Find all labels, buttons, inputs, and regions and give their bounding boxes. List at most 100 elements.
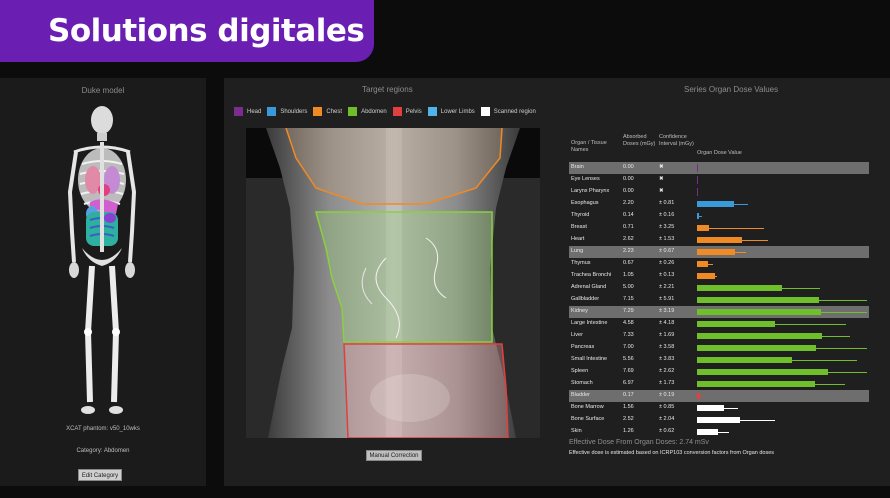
organ-dose: 0.00 bbox=[623, 176, 634, 182]
error-bar bbox=[697, 396, 704, 397]
error-bar bbox=[720, 204, 749, 205]
organ-confidence-interval: ± 0.13 bbox=[659, 272, 675, 278]
table-row[interactable]: Lung 2.23 ± 0.67 bbox=[569, 246, 869, 258]
table-row[interactable]: Adrenal Gland 5.00 ± 2.21 bbox=[569, 282, 869, 294]
legend-label: Chest bbox=[326, 108, 343, 115]
organ-dose: 6.97 bbox=[623, 380, 634, 386]
organ-confidence-interval: ± 2.62 bbox=[659, 368, 675, 374]
error-bar bbox=[703, 324, 846, 325]
table-row[interactable]: Liver 7.33 ± 1.69 bbox=[569, 330, 869, 342]
organ-confidence-interval: ± 1.73 bbox=[659, 380, 675, 386]
organ-dose: 0.00 bbox=[623, 164, 634, 170]
organ-dose: 2.23 bbox=[623, 248, 634, 254]
legend-label: Head bbox=[247, 108, 262, 115]
legend-swatch bbox=[348, 107, 358, 116]
region-legend: Head Shoulders Chest Abdomen Pelvis Lowe… bbox=[234, 107, 536, 116]
skull-shape bbox=[91, 106, 113, 134]
title-banner: Solutions digitales bbox=[0, 0, 374, 62]
series-dose-title: Series Organ Dose Values bbox=[684, 85, 779, 94]
table-row[interactable]: Small Intestine 5.56 ± 3.83 bbox=[569, 354, 869, 366]
table-row[interactable]: Heart 2.62 ± 1.53 bbox=[569, 234, 869, 246]
organ-dose: 0.00 bbox=[623, 188, 634, 194]
table-row[interactable]: Stomach 6.97 ± 1.73 bbox=[569, 378, 869, 390]
organ-dose: 0.14 bbox=[623, 212, 634, 218]
table-row[interactable]: Skin 1.26 ± 0.62 bbox=[569, 426, 869, 438]
organ-dose-table: Organ / Tissue Names Absorbed Doses (mGy… bbox=[569, 128, 869, 438]
organ-name: Stomach bbox=[571, 380, 593, 386]
organ-dose: 2.20 bbox=[623, 200, 634, 206]
organ-confidence-interval: ± 5.91 bbox=[659, 296, 675, 302]
table-row[interactable]: Thymus 0.67 ± 0.26 bbox=[569, 258, 869, 270]
table-row[interactable]: Brain 0.00 ✖ bbox=[569, 162, 869, 174]
legend-item-chest[interactable]: Chest bbox=[313, 107, 342, 116]
table-row[interactable]: Eye Lenses 0.00 ✖ bbox=[569, 174, 869, 186]
organ-confidence-interval: ± 1.69 bbox=[659, 332, 675, 338]
organ-name: Skin bbox=[571, 428, 582, 434]
error-bar bbox=[697, 228, 765, 229]
manual-correction-button[interactable]: Manual Correction bbox=[366, 450, 422, 461]
table-row[interactable]: Kidney 7.29 ± 3.19 bbox=[569, 306, 869, 318]
organ-name: Brain bbox=[571, 164, 584, 170]
legend-swatch bbox=[392, 107, 402, 116]
legend-item-pelvis[interactable]: Pelvis bbox=[392, 107, 422, 116]
organ-dose: 0.71 bbox=[623, 224, 634, 230]
legend-label: Abdomen bbox=[361, 108, 387, 115]
organ-name: Lung bbox=[571, 248, 584, 254]
legend-item-lower-limbs[interactable]: Lower Limbs bbox=[427, 107, 475, 116]
header-chart: Organ Dose Value bbox=[697, 150, 742, 156]
table-row[interactable]: Trachea Bronchi 1.05 ± 0.13 bbox=[569, 270, 869, 282]
organ-name: Esophagus bbox=[571, 200, 599, 206]
organ-dose: 7.29 bbox=[623, 308, 634, 314]
legend-item-abdomen[interactable]: Abdomen bbox=[348, 107, 387, 116]
organ-dose: 2.62 bbox=[623, 236, 634, 242]
organ-dose: 2.52 bbox=[623, 416, 634, 422]
organ-confidence-interval: ✖ bbox=[659, 188, 664, 194]
organ-name: Pancreas bbox=[571, 344, 595, 350]
organ-name: Trachea Bronchi bbox=[571, 272, 612, 278]
organ-confidence-interval: ± 0.16 bbox=[659, 212, 675, 218]
organ-name: Bone Marrow bbox=[571, 404, 604, 410]
table-row[interactable]: Larynx Pharynx 0.00 ✖ bbox=[569, 186, 869, 198]
organ-dose: 5.00 bbox=[623, 284, 634, 290]
phantom-panel: Duke model XCAT phantom: v50_10wks Categ… bbox=[0, 78, 206, 486]
organ-confidence-interval: ✖ bbox=[659, 176, 664, 182]
banner-title: Solutions digitales bbox=[48, 13, 365, 49]
legend-item-head[interactable]: Head bbox=[234, 107, 261, 116]
organ-name: Spleen bbox=[571, 368, 589, 374]
ct-scout-image[interactable] bbox=[246, 128, 540, 438]
error-bar bbox=[766, 312, 867, 313]
error-bar bbox=[718, 300, 867, 301]
table-row[interactable]: Large Intestine 4.58 ± 4.18 bbox=[569, 318, 869, 330]
legend-swatch bbox=[234, 107, 243, 116]
table-row[interactable]: Esophagus 2.20 ± 0.81 bbox=[569, 198, 869, 210]
table-row[interactable]: Bone Marrow 1.56 ± 0.85 bbox=[569, 402, 869, 414]
organ-confidence-interval: ✖ bbox=[659, 164, 664, 170]
organ-dose: 0.67 bbox=[623, 260, 634, 266]
legend-label: Scanned region bbox=[493, 108, 536, 115]
organ-dose: 4.58 bbox=[623, 320, 634, 326]
error-bar bbox=[697, 216, 703, 217]
table-row[interactable]: Gallbladder 7.15 ± 5.91 bbox=[569, 294, 869, 306]
dose-panel: Target regions Series Organ Dose Values … bbox=[224, 78, 890, 486]
organ-confidence-interval: ± 2.04 bbox=[659, 416, 675, 422]
table-row[interactable]: Pancreas 7.00 ± 3.58 bbox=[569, 342, 869, 354]
error-bar bbox=[792, 336, 851, 337]
table-row[interactable]: Bladder 0.17 ± 0.19 bbox=[569, 390, 869, 402]
error-bar bbox=[783, 372, 867, 373]
error-bar bbox=[744, 288, 820, 289]
table-row[interactable]: Spleen 7.69 ± 2.62 bbox=[569, 366, 869, 378]
organ-name: Liver bbox=[571, 332, 583, 338]
header-dose: Absorbed Doses (mGy) bbox=[623, 134, 656, 147]
error-bar bbox=[726, 360, 857, 361]
organ-dose: 0.17 bbox=[623, 392, 634, 398]
table-row[interactable]: Bone Surface 2.52 ± 2.04 bbox=[569, 414, 869, 426]
edit-category-button[interactable]: Edit Category bbox=[78, 469, 122, 481]
legend-item-scanned-region[interactable]: Scanned region bbox=[480, 107, 536, 116]
header-ci: Confidence Interval (mGy) bbox=[659, 134, 694, 147]
legend-swatch bbox=[427, 107, 437, 116]
table-row[interactable]: Thyroid 0.14 ± 0.16 bbox=[569, 210, 869, 222]
organ-name: Thymus bbox=[571, 260, 591, 266]
table-row[interactable]: Breast 0.71 ± 3.25 bbox=[569, 222, 869, 234]
legend-item-shoulders[interactable]: Shoulders bbox=[267, 107, 307, 116]
organ-name: Adrenal Gland bbox=[571, 284, 607, 290]
